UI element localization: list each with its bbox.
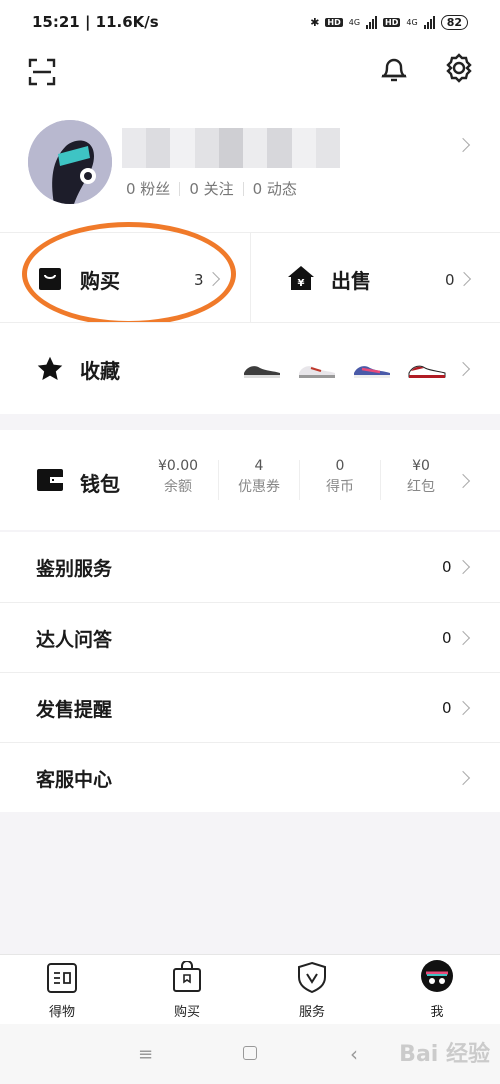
tab-dewu[interactable]: 得物: [22, 955, 102, 1025]
wallet-redpacket-label: 红包: [407, 479, 435, 495]
wallet-coins-value: 0: [335, 458, 345, 474]
list-item-count: 0: [442, 699, 452, 717]
list-item-count: 0: [442, 558, 452, 576]
watermark-logo: Bai 经验: [399, 1042, 490, 1067]
wallet-coupons-value: 4: [254, 458, 264, 474]
svg-text:¥: ¥: [298, 278, 305, 289]
wallet-balance-value: ¥0.00: [157, 458, 199, 474]
chevron-right-icon: [455, 559, 471, 575]
dewu-logo-icon: [47, 963, 77, 993]
tab-label: 购买: [173, 1005, 200, 1020]
avatar-icon: [421, 960, 453, 992]
signal-icon-2: [423, 15, 435, 29]
hd-badge-1: HD: [325, 17, 343, 27]
shoe-thumbnail-icon: [354, 366, 390, 378]
net-label-2: 4G: [406, 17, 418, 27]
list-item-expert-qa[interactable]: 达人问答 0: [0, 602, 500, 672]
status-icons: ✱ HD 4G HD 4G 82: [310, 14, 468, 30]
wallet-row[interactable]: 钱包 ¥0.00 余额 4 优惠券 0 得币 ¥0 红包: [0, 430, 500, 530]
wallet-icon: [37, 469, 64, 491]
list-item-count: 0: [442, 629, 452, 647]
sell-label: 出售: [331, 269, 371, 293]
chevron-right-icon: [455, 137, 471, 153]
username-blurred: [122, 128, 340, 168]
list-item-label: 鉴别服务: [36, 558, 113, 580]
favorites-row[interactable]: 收藏: [0, 322, 500, 414]
wallet-label: 钱包: [80, 472, 120, 496]
wallet-coupons[interactable]: 4 优惠券: [229, 458, 289, 496]
signal-icon-1: [366, 15, 378, 29]
profile-section[interactable]: 0 粉丝 0 关注 0 动态: [0, 106, 500, 232]
chevron-right-icon: [456, 271, 472, 287]
star-icon: [37, 356, 63, 380]
sell-entry[interactable]: ¥ 出售 0: [251, 233, 500, 323]
tab-label: 服务: [298, 1005, 325, 1020]
hd-badge-2: HD: [383, 17, 401, 27]
status-bar: 15:21 | 11.6K/s ✱ HD 4G HD 4G 82: [0, 0, 500, 44]
list-item-customer-service[interactable]: 客服中心: [0, 742, 500, 812]
list-item-label: 发售提醒: [36, 699, 113, 721]
chevron-right-icon: [455, 630, 471, 646]
profile-stats: 0 粉丝 0 关注 0 动态: [126, 178, 297, 199]
list-item-label: 达人问答: [36, 629, 113, 651]
wallet-balance[interactable]: ¥0.00 余额: [148, 458, 208, 496]
top-bar: [0, 44, 500, 106]
chevron-right-icon: [455, 361, 471, 377]
net-label-1: 4G: [348, 17, 361, 27]
tab-service[interactable]: 服务: [272, 955, 352, 1025]
gear-icon[interactable]: [441, 50, 477, 86]
shoe-thumbnail-icon: [299, 366, 335, 378]
system-nav-bar: ≡ ‹ Bai 经验: [0, 1024, 500, 1084]
following-count[interactable]: 0 关注: [189, 178, 233, 199]
wallet-redpacket[interactable]: ¥0 红包: [391, 458, 451, 496]
bottom-tab-bar: 得物 购买 服务 我: [0, 954, 500, 1024]
favorites-label: 收藏: [80, 359, 120, 383]
chevron-right-icon: [455, 770, 471, 786]
wallet-redpacket-value: ¥0: [412, 458, 430, 474]
shoe-thumbnail-icon: [244, 366, 280, 378]
shoe-thumbnail-icon: [408, 365, 446, 378]
sell-count: 0: [445, 271, 455, 289]
wallet-coins-label: 得币: [326, 479, 354, 495]
house-yen-icon: ¥: [288, 266, 314, 290]
tab-label: 得物: [48, 1005, 75, 1020]
battery-indicator: 82: [440, 14, 468, 30]
scan-icon[interactable]: [24, 54, 60, 90]
home-nav-icon[interactable]: [243, 1046, 257, 1060]
posts-count[interactable]: 0 动态: [253, 178, 297, 199]
shield-icon: [298, 961, 326, 993]
wallet-coupons-label: 优惠券: [238, 479, 280, 495]
back-nav-icon[interactable]: ‹: [350, 1042, 358, 1066]
menu-nav-icon[interactable]: ≡: [138, 1044, 153, 1065]
tab-buy[interactable]: 购买: [147, 955, 227, 1025]
bluetooth-icon: ✱: [310, 15, 320, 29]
wallet-balance-label: 余额: [164, 479, 192, 495]
fans-count[interactable]: 0 粉丝: [126, 178, 170, 199]
chevron-right-icon: [455, 473, 471, 489]
bell-icon[interactable]: [376, 50, 412, 86]
avatar[interactable]: [28, 120, 112, 204]
wallet-coins[interactable]: 0 得币: [310, 458, 370, 496]
annotation-circle: [22, 222, 236, 326]
chevron-right-icon: [455, 700, 471, 716]
list-item-label: 客服中心: [36, 769, 113, 791]
status-time-speed: 15:21 | 11.6K/s: [32, 13, 159, 31]
tab-label: 我: [430, 1005, 444, 1020]
list-item-authentication[interactable]: 鉴别服务 0: [0, 532, 500, 602]
tab-me[interactable]: 我: [397, 955, 477, 1025]
list-item-release-reminder[interactable]: 发售提醒 0: [0, 672, 500, 742]
shopping-bag-icon: [173, 961, 201, 992]
